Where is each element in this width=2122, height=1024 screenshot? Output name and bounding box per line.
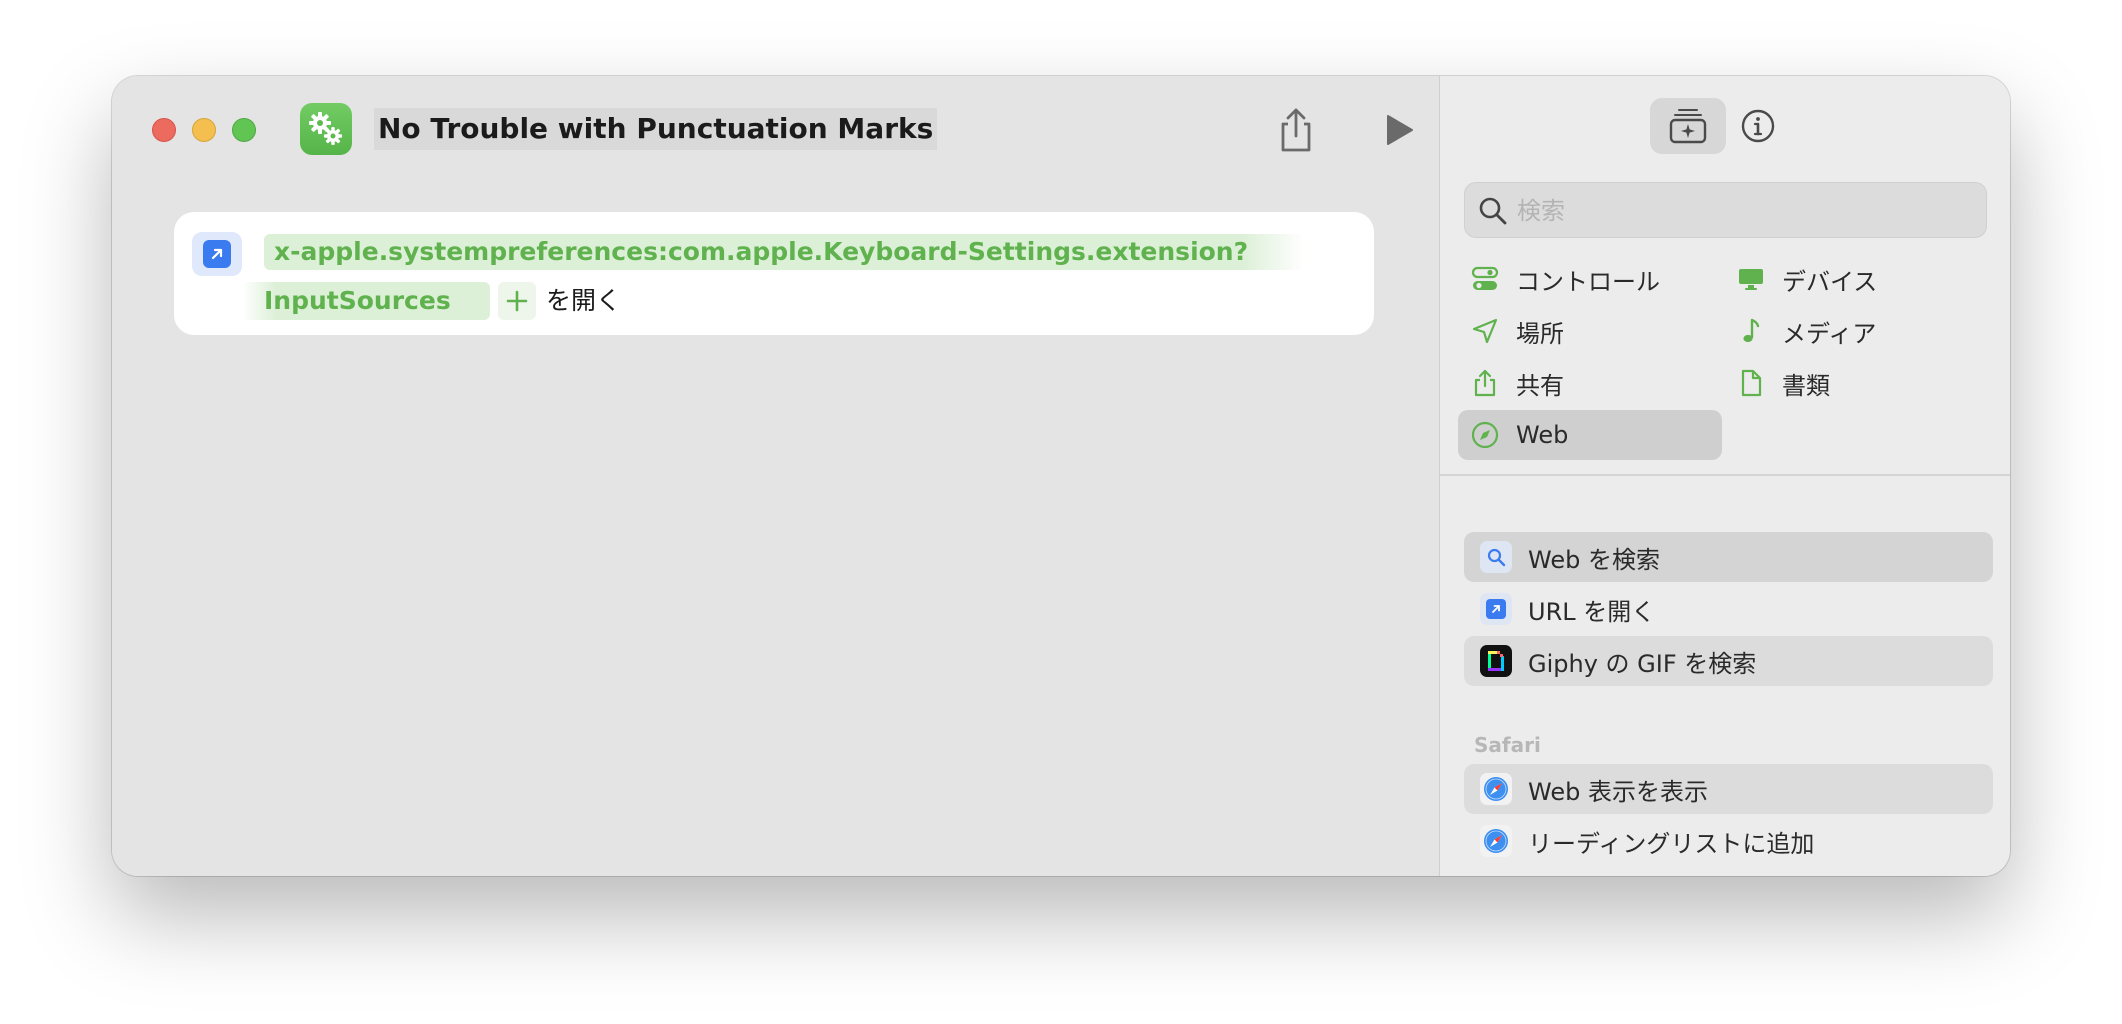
action-label: Giphy の GIF を検索 xyxy=(1528,649,1757,678)
plus-icon xyxy=(506,290,528,312)
url-token-part2[interactable]: InputSources xyxy=(242,282,490,320)
add-variable-button[interactable] xyxy=(498,282,536,320)
category-label: デバイス xyxy=(1782,267,1878,296)
action-show-web-view[interactable]: Web 表示を表示 xyxy=(1464,764,1993,814)
category-sharing[interactable]: 共有 xyxy=(1458,358,1718,408)
share-icon[interactable] xyxy=(1274,106,1318,154)
action-search-web[interactable]: Web を検索 xyxy=(1464,532,1993,582)
category-label: Web xyxy=(1516,421,1569,449)
search-icon xyxy=(1477,195,1509,227)
open-url-icon xyxy=(1480,593,1512,625)
share-icon xyxy=(1470,368,1500,398)
action-search-giphy[interactable]: Giphy の GIF を検索 xyxy=(1464,636,1993,686)
category-label: 場所 xyxy=(1516,319,1564,348)
info-icon[interactable] xyxy=(1738,106,1778,146)
search-input[interactable] xyxy=(1517,189,1967,233)
actions-sidebar: コントロール デバイス 場所 xyxy=(1439,76,2010,876)
category-controls[interactable]: コントロール xyxy=(1458,254,1718,304)
close-button[interactable] xyxy=(152,118,176,142)
category-label: 書類 xyxy=(1782,371,1830,400)
category-web[interactable]: Web xyxy=(1458,410,1722,460)
action-open-url[interactable]: URL を開く xyxy=(1464,584,1993,634)
music-note-icon xyxy=(1736,316,1766,346)
open-url-action-card[interactable]: x-apple.systempreferences:com.apple.Keyb… xyxy=(174,212,1374,335)
giphy-icon xyxy=(1480,645,1512,677)
magnifier-icon xyxy=(1480,541,1512,573)
category-media[interactable]: メディア xyxy=(1724,306,1984,356)
action-label: URL を開く xyxy=(1528,597,1656,626)
safari-icon xyxy=(1480,825,1512,857)
url-token-part1[interactable]: x-apple.systempreferences:com.apple.Keyb… xyxy=(264,234,1304,270)
sidebar-divider xyxy=(1440,474,2010,476)
category-documents[interactable]: 書類 xyxy=(1724,358,1984,408)
action-label: Web を検索 xyxy=(1528,545,1660,574)
section-header-safari: Safari xyxy=(1474,733,1541,757)
category-label: 共有 xyxy=(1516,371,1564,400)
zoom-button[interactable] xyxy=(232,118,256,142)
compass-icon xyxy=(1470,420,1500,450)
shortcut-title[interactable]: No Trouble with Punctuation Marks xyxy=(374,108,938,150)
shortcuts-window: No Trouble with Punctuation Marks x-appl… xyxy=(112,76,2010,876)
editor-pane: No Trouble with Punctuation Marks x-appl… xyxy=(112,76,1439,876)
display-icon xyxy=(1736,264,1766,294)
toggle-icon xyxy=(1470,264,1500,294)
run-play-icon[interactable] xyxy=(1376,108,1420,152)
document-icon xyxy=(1736,368,1766,398)
location-arrow-icon xyxy=(1470,316,1500,346)
safari-icon xyxy=(1480,773,1512,805)
search-field[interactable] xyxy=(1464,182,1987,238)
action-label: リーディングリストに追加 xyxy=(1528,829,1815,858)
minimize-button[interactable] xyxy=(192,118,216,142)
action-add-to-reading-list[interactable]: リーディングリストに追加 xyxy=(1464,816,1993,866)
action-suffix-label: を開く xyxy=(546,286,622,315)
action-library-button[interactable] xyxy=(1650,98,1726,154)
category-label: メディア xyxy=(1782,319,1877,348)
action-label: Web 表示を表示 xyxy=(1528,777,1708,806)
open-url-icon xyxy=(192,232,242,276)
category-location[interactable]: 場所 xyxy=(1458,306,1718,356)
category-devices[interactable]: デバイス xyxy=(1724,254,1984,304)
shortcut-gears-icon[interactable] xyxy=(300,103,352,155)
category-label: コントロール xyxy=(1516,267,1660,296)
action-library-icon xyxy=(1669,109,1707,144)
